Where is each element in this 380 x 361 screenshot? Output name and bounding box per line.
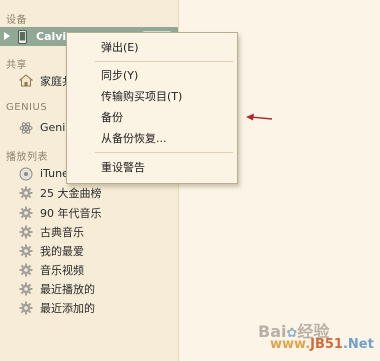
section-devices-header: 设备 — [6, 15, 27, 26]
menu-item-label: 从备份恢复... — [101, 132, 167, 145]
sidebar-item-label: 音乐视频 — [40, 263, 84, 277]
sidebar-item-90s[interactable]: 90 年代音乐 — [0, 203, 178, 222]
menu-separator — [95, 152, 233, 153]
sidebar-item-label: 25 大金曲榜 — [40, 186, 102, 200]
watermark-site: www.JB51.Net — [270, 337, 374, 352]
gear-icon — [18, 243, 34, 259]
sidebar-item-recently-added[interactable]: 最近添加的 — [0, 298, 178, 317]
sidebar-item-label: 古典音乐 — [40, 225, 84, 239]
menu-item-label: 同步(Y) — [101, 69, 139, 82]
sidebar-item-favorites[interactable]: 我的最爱 — [0, 241, 178, 260]
sidebar-item-top25[interactable]: 25 大金曲榜 — [0, 183, 178, 202]
sidebar-item-label: 最近添加的 — [40, 301, 95, 315]
sidebar-item-label: 90 年代音乐 — [40, 206, 102, 220]
menu-item-restore-from-backup[interactable]: 从备份恢复... — [67, 128, 237, 148]
menu-item-sync[interactable]: 同步(Y) — [67, 65, 237, 85]
annotation-arrow-icon — [246, 113, 273, 121]
sidebar-item-music-videos[interactable]: 音乐视频 — [0, 260, 178, 279]
sidebar-item-recently-played[interactable]: 最近播放的 — [0, 279, 178, 298]
sidebar-item-classical[interactable]: 古典音乐 — [0, 222, 178, 241]
sidebar-item-label: 我的最爱 — [40, 244, 84, 258]
gear-icon — [18, 300, 34, 316]
gear-icon — [18, 224, 34, 240]
menu-separator — [95, 61, 233, 62]
gear-icon — [18, 281, 34, 297]
section-genius-header: GENIUS — [6, 102, 48, 113]
device-context-menu: 弹出(E) 同步(Y) 传输购买项目(T) 备份 从备份恢复... 重设警告 — [66, 32, 238, 184]
itunes-dj-icon — [18, 166, 34, 182]
menu-item-reset-warnings[interactable]: 重设警告 — [67, 157, 237, 177]
iphone-icon — [14, 29, 30, 45]
menu-item-backup[interactable]: 备份 — [67, 107, 237, 127]
section-playlists-header: 播放列表 — [6, 152, 48, 163]
section-shared-header: 共享 — [6, 60, 27, 71]
menu-item-label: 弹出(E) — [101, 41, 139, 54]
home-icon — [18, 73, 34, 89]
menu-item-label: 重设警告 — [101, 161, 145, 174]
sidebar-item-label: 最近播放的 — [40, 282, 95, 296]
menu-item-eject[interactable]: 弹出(E) — [67, 37, 237, 57]
disclosure-triangle-icon[interactable] — [4, 32, 10, 40]
menu-item-transfer-purchases[interactable]: 传输购买项目(T) — [67, 86, 237, 106]
gear-icon — [18, 262, 34, 278]
menu-item-label: 备份 — [101, 111, 123, 124]
gear-icon — [18, 185, 34, 201]
gear-icon — [18, 205, 34, 221]
genius-atom-icon — [18, 120, 34, 136]
menu-item-label: 传输购买项目(T) — [101, 90, 183, 103]
